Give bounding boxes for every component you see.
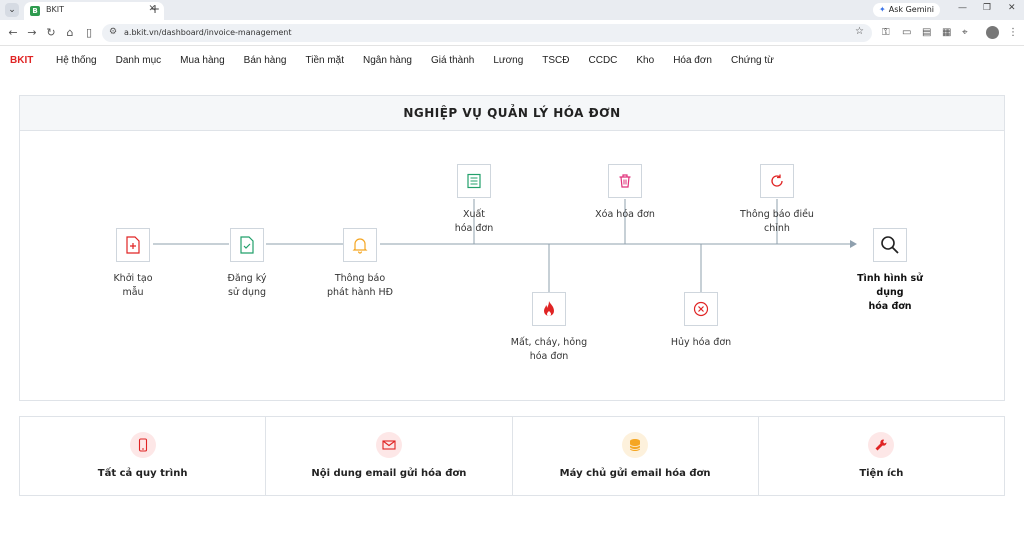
favicon-icon: B (30, 6, 40, 16)
phone-icon (129, 432, 156, 458)
main-menu: Hệ thống Danh mục Mua hàng Bán hàng Tiền… (56, 55, 793, 66)
reading-mode-icon[interactable]: ▤ (922, 27, 931, 38)
node-label: Hủy hóa đơn (670, 337, 732, 348)
menu-item-ngan-hang[interactable]: Ngân hàng (363, 55, 412, 66)
node-label: Xóa hóa đơn (595, 209, 655, 220)
menu-item-chung-tu[interactable]: Chứng từ (731, 55, 774, 66)
node-label: Khởi tạo mẫu (113, 273, 153, 298)
home-button[interactable]: ⌂ (63, 26, 77, 39)
menu-item-he-thong[interactable]: Hệ thống (56, 55, 97, 66)
mail-icon (375, 432, 402, 458)
minimize-button[interactable]: — (958, 3, 967, 13)
node-label: Tình hình sử dụng hóa đơn (857, 273, 923, 312)
node-xuat-hoa-don[interactable] (457, 164, 491, 198)
document-icon (467, 173, 481, 189)
gemini-star-icon: ✦ (879, 5, 886, 14)
back-button[interactable]: ← (6, 26, 20, 39)
node-thong-bao-phat-hanh[interactable] (343, 228, 377, 262)
extensions-icon[interactable]: ▦ (942, 27, 951, 38)
card-label: Nội dung email gửi hóa đơn (311, 468, 467, 479)
menu-item-ccdc[interactable]: CCDC (589, 55, 618, 66)
x-circle-icon (693, 301, 709, 317)
card-tat-ca-quy-trinh[interactable]: Tất cả quy trình (20, 417, 267, 495)
url-text: a.bkit.vn/dashboard/invoice-management (124, 28, 292, 37)
menu-item-kho[interactable]: Kho (636, 55, 654, 66)
menu-item-danh-muc[interactable]: Danh mục (116, 55, 162, 66)
node-label: Thông báo phát hành HĐ (326, 273, 394, 298)
wrench-icon (868, 432, 895, 458)
card-label: Máy chủ gửi email hóa đơn (559, 468, 711, 479)
card-may-chu-email[interactable]: Máy chủ gửi email hóa đơn (513, 417, 759, 495)
node-label: Thông báo điều chỉnh (740, 209, 814, 234)
menu-item-mua-hang[interactable]: Mua hàng (180, 55, 224, 66)
node-xoa-hoa-don[interactable] (608, 164, 642, 198)
quick-links: Tất cả quy trình Nội dung email gửi hóa … (19, 416, 1005, 496)
tab-search-button[interactable]: ⌄ (5, 3, 19, 17)
new-tab-button[interactable]: + (150, 2, 160, 16)
database-icon (622, 432, 649, 458)
profile-avatar[interactable] (986, 26, 999, 39)
app-logo[interactable]: BKIT (10, 55, 33, 66)
file-plus-icon (126, 236, 140, 254)
card-label: Tất cả quy trình (97, 468, 188, 479)
restore-button[interactable]: ❐ (983, 3, 991, 13)
node-khoi-tao-mau[interactable] (116, 228, 150, 262)
fire-icon (544, 301, 554, 316)
ask-gemini-label: Ask Gemini (888, 5, 934, 14)
address-toolbar: ← → ↻ ⌂ ▯ ⚙ a.bkit.vn/dashboard/invoice-… (0, 20, 1024, 46)
menu-item-luong[interactable]: Lương (493, 55, 523, 66)
tab-title: BKIT (46, 5, 64, 14)
browser-menu-icon[interactable]: ⋮ (1008, 27, 1018, 38)
card-tien-ich[interactable]: Tiện ích (759, 417, 1004, 495)
close-window-button[interactable]: ✕ (1008, 3, 1016, 13)
file-check-icon (240, 236, 254, 254)
node-huy-hoa-don[interactable] (684, 292, 718, 326)
search-icon (881, 236, 899, 254)
card-icon[interactable]: ▭ (902, 27, 911, 38)
menu-item-hoa-don[interactable]: Hóa đơn (673, 55, 712, 66)
node-thong-bao-dieu-chinh[interactable] (760, 164, 794, 198)
menu-item-gia-thanh[interactable]: Giá thành (431, 55, 474, 66)
trash-icon (619, 174, 631, 188)
forward-button[interactable]: → (25, 26, 39, 39)
menu-item-ban-hang[interactable]: Bán hàng (244, 55, 287, 66)
menu-item-tscd[interactable]: TSCĐ (542, 55, 569, 66)
password-key-icon[interactable]: ⚿ (882, 27, 890, 38)
card-label: Tiện ích (859, 468, 904, 479)
site-info-icon[interactable]: ⚙ (109, 27, 117, 37)
ask-gemini-button[interactable]: ✦ Ask Gemini (873, 3, 940, 17)
node-label: Đăng ký sử dụng (227, 273, 267, 298)
side-panel-button[interactable]: ▯ (82, 26, 96, 39)
bell-icon (352, 238, 368, 254)
node-label: Xuất hóa đơn (454, 209, 494, 234)
node-tinh-hinh-su-dung[interactable] (873, 228, 907, 262)
bookmark-star-icon[interactable]: ☆ (855, 26, 864, 37)
browser-tab-bar: ⌄ B BKIT ✕ + ✦ Ask Gemini — ❐ ✕ (0, 0, 1024, 20)
node-mat-chay-hong[interactable] (532, 292, 566, 326)
reload-button[interactable]: ↻ (44, 26, 58, 39)
refresh-icon (771, 174, 783, 187)
node-dang-ky-su-dung[interactable] (230, 228, 264, 262)
card-noi-dung-email[interactable]: Nội dung email gửi hóa đơn (266, 417, 513, 495)
app-navbar: BKIT Hệ thống Danh mục Mua hàng Bán hàng… (0, 46, 1024, 76)
translate-icon[interactable]: ⌖ (962, 27, 968, 38)
url-bar[interactable]: ⚙ a.bkit.vn/dashboard/invoice-management… (102, 24, 872, 42)
panel-title: NGHIỆP VỤ QUẢN LÝ HÓA ĐƠN (20, 96, 1004, 131)
browser-tab[interactable]: B BKIT ✕ (24, 2, 164, 20)
menu-item-tien-mat[interactable]: Tiền mặt (305, 55, 344, 66)
node-label: Mất, cháy, hỏng hóa đơn (510, 337, 588, 362)
